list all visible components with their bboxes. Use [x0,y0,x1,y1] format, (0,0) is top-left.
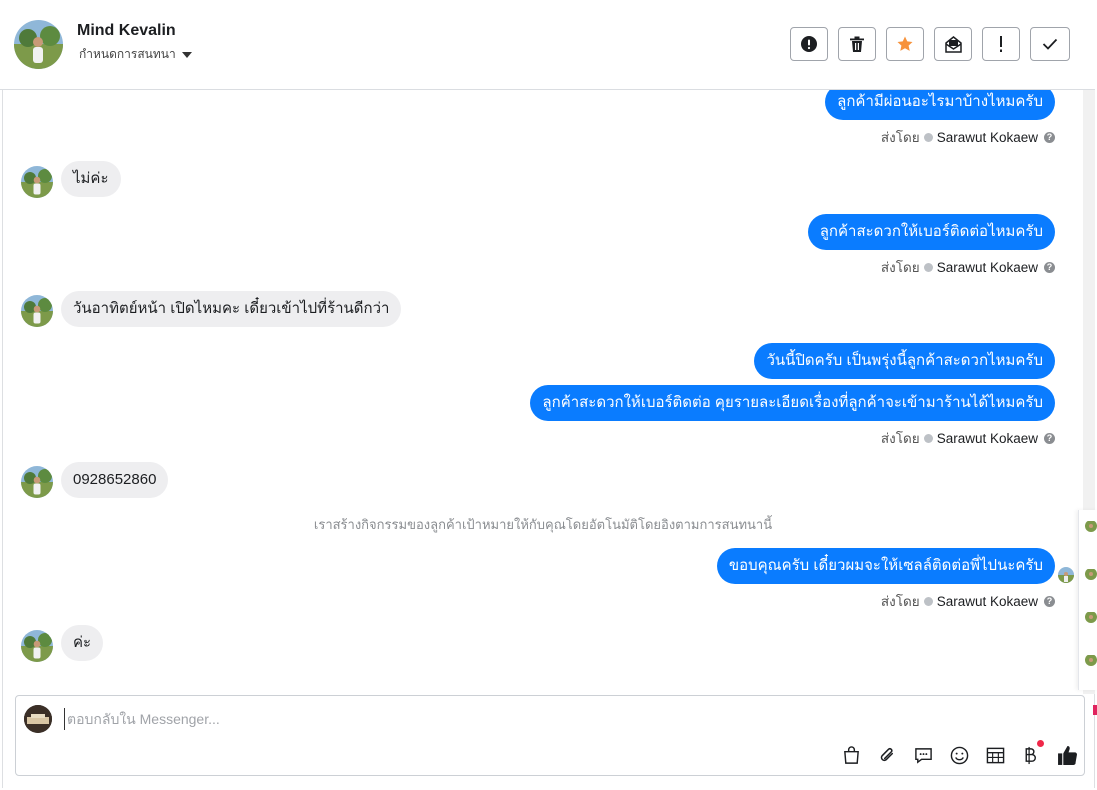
help-icon[interactable]: ? [1044,131,1055,143]
conversation-header: Mind Kevalin กำหนดการสนทนา [0,0,1095,90]
system-note: เราสร้างกิจกรรมของลูกค้าเป้าหมายให้กับคุ… [313,517,773,532]
contact-avatar-small [21,630,53,662]
sent-by-prefix: ส่งโดย [880,260,920,275]
mark-unread-button[interactable] [934,27,972,61]
emoji-icon[interactable] [948,744,970,766]
star-icon [897,36,913,51]
alert-circle-icon [801,36,817,52]
chevron-down-icon [181,51,192,58]
check-badge-icon [923,433,933,443]
reply-input[interactable] [64,708,967,730]
sent-by-label: ส่งโดย Sarawut Kokaew ? [881,256,1055,278]
incoming-message[interactable]: ค่ะ [61,625,104,661]
sent-by-label: ส่งโดย Sarawut Kokaew ? [881,590,1055,612]
outgoing-message[interactable]: วันนี้ปิดครับ เป็นพรุ่งนี้ลูกค้าสะดวกไหม… [754,343,1055,379]
incoming-message[interactable]: 0928652860 [61,462,169,498]
mark-done-button[interactable] [1030,27,1070,61]
sent-by-prefix: ส่งโดย [880,130,920,145]
shopping-bag-icon[interactable] [840,744,862,766]
check-badge-icon [923,132,933,142]
sent-by-agent[interactable]: Sarawut Kokaew [937,431,1038,446]
outgoing-message[interactable]: ลูกค้าสะดวกให้เบอร์ติดต่อ คุยรายละเอียดเ… [530,385,1055,421]
side-avatar[interactable] [1085,520,1097,532]
notification-dot [1037,740,1044,747]
sent-by-prefix: ส่งโดย [880,594,920,609]
check-icon [1042,38,1058,50]
sent-by-prefix: ส่งโดย [880,431,920,446]
incoming-message[interactable]: วันอาทิตย์หน้า เปิดไหมคะ เดี๋ยวเข้าไปที่… [61,291,402,327]
sent-by-label: ส่งโดย Sarawut Kokaew ? [881,126,1055,148]
page-avatar [24,705,52,733]
edge-indicator [1093,705,1097,715]
assign-label: กำหนดการสนทนา [79,47,176,61]
paperclip-icon[interactable] [876,744,898,766]
saved-reply-icon[interactable] [912,744,934,766]
incoming-message[interactable]: ไม่ค่ะ [61,161,121,197]
contact-avatar-small [21,166,53,198]
side-avatar-strip [1078,510,1097,690]
trash-icon [850,36,864,52]
mark-spam-button[interactable] [790,27,828,61]
star-button[interactable] [886,27,924,61]
outgoing-message[interactable]: ลูกค้าสะดวกให้เบอร์ติดต่อไหมครับ [807,214,1055,250]
outgoing-message[interactable]: ลูกค้ามีผ่อนอะไรมาบ้างไหมครับ [825,90,1055,120]
assign-conversation-dropdown[interactable]: กำหนดการสนทนา [79,45,192,64]
help-icon[interactable]: ? [1044,595,1055,607]
check-badge-icon [923,596,933,606]
delete-button[interactable] [838,27,876,61]
baht-icon[interactable] [1020,740,1044,766]
thumbs-up-icon[interactable] [1056,744,1078,766]
contact-avatar-small [21,295,53,327]
side-avatar[interactable] [1085,611,1097,623]
side-avatar[interactable] [1085,568,1097,580]
check-badge-icon [923,262,933,272]
contact-name[interactable]: Mind Kevalin [77,22,176,40]
sent-by-agent[interactable]: Sarawut Kokaew [937,130,1038,145]
contact-avatar-small [21,466,53,498]
contact-avatar[interactable] [14,20,63,69]
envelope-icon [944,35,962,53]
help-icon[interactable]: ? [1044,432,1055,444]
outgoing-message[interactable]: ขอบคุณครับ เดี๋ยวผมจะให้เซลล์ติดต่อพี่ไป… [716,548,1055,584]
reply-composer [15,695,1085,776]
sent-by-agent[interactable]: Sarawut Kokaew [937,594,1038,609]
sent-by-agent[interactable]: Sarawut Kokaew [937,260,1038,275]
read-receipt-avatar [1058,567,1074,583]
help-icon[interactable]: ? [1044,261,1055,273]
sent-by-label: ส่งโดย Sarawut Kokaew ? [881,427,1055,449]
message-thread[interactable]: ลูกค้ามีผ่อนอะไรมาบ้างไหมครับ ส่งโดย Sar… [3,90,1083,694]
side-avatar[interactable] [1085,654,1097,666]
exclamation-icon [1000,36,1002,52]
follow-up-button[interactable] [982,27,1020,61]
table-icon[interactable] [984,744,1006,766]
